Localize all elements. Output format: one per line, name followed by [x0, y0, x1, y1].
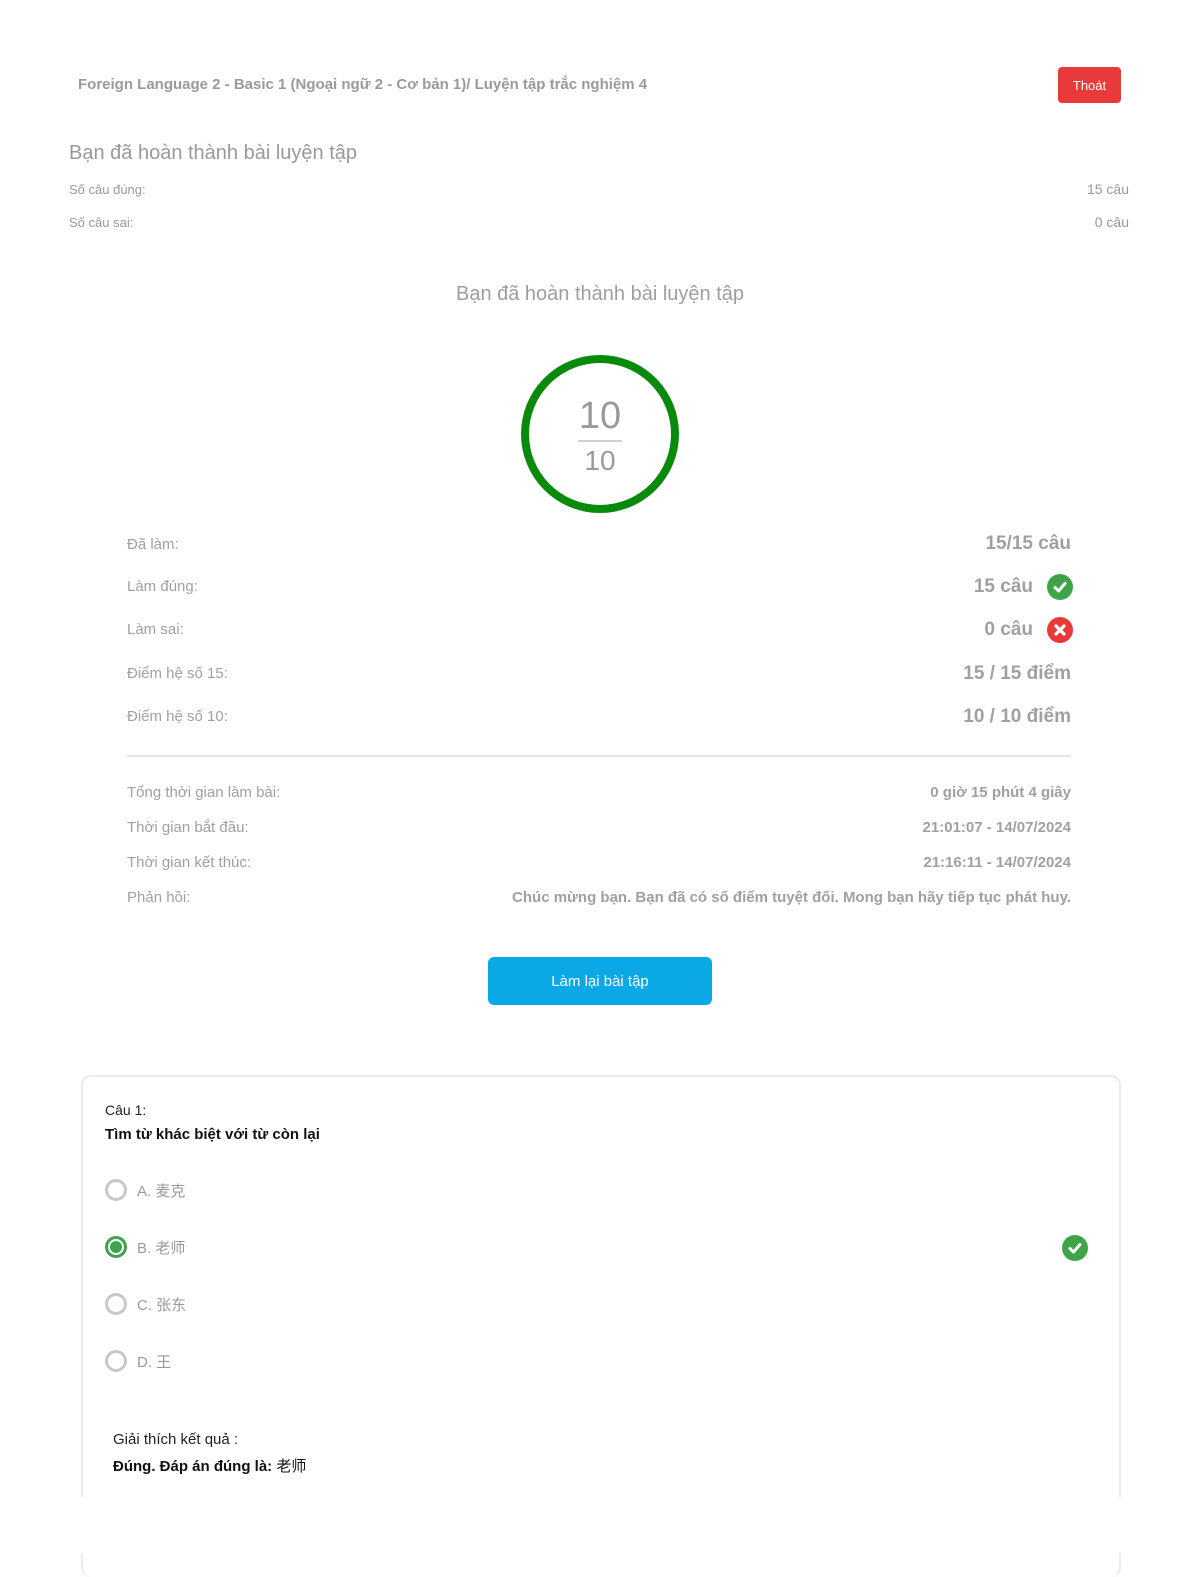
- start-time-value: 21:01:07 - 14/07/2024: [922, 819, 1071, 836]
- correct-label: Làm đúng:: [127, 578, 198, 595]
- option-a[interactable]: A. 麦克: [105, 1179, 185, 1201]
- score10-label: Điểm hệ số 10:: [127, 708, 228, 725]
- done-value-text: 15/15 câu: [985, 533, 1071, 554]
- explanation-prefix: Đúng. Đáp án đúng là:: [113, 1458, 273, 1475]
- total-time-label: Tổng thời gian làm bài:: [127, 784, 281, 801]
- score-value: 10: [578, 395, 622, 437]
- wrong-count-label: Số câu sai:: [69, 215, 134, 230]
- radio-unselected[interactable]: [105, 1293, 127, 1315]
- score10-value: 10 / 10 điểm: [963, 706, 1071, 728]
- wrong-value-text: 0 câu: [984, 619, 1033, 640]
- radio-unselected[interactable]: [105, 1350, 127, 1372]
- correct-value: 15 câu: [974, 574, 1073, 600]
- wrong-label: Làm sai:: [127, 621, 184, 638]
- breadcrumb: Foreign Language 2 - Basic 1 (Ngoại ngữ …: [78, 76, 648, 93]
- option-d[interactable]: D. 王: [105, 1350, 171, 1372]
- option-label: B. 老师: [137, 1239, 186, 1257]
- question-text: Tìm từ khác biệt với từ còn lại: [105, 1126, 320, 1143]
- result-title: Bạn đã hoàn thành bài luyện tập: [455, 283, 745, 305]
- stats-divider: [127, 755, 1071, 757]
- score10-value-text: 10 / 10 điểm: [963, 706, 1071, 727]
- feedback-label: Phản hồi:: [127, 889, 191, 906]
- option-c[interactable]: C. 张东: [105, 1293, 186, 1315]
- correct-count-value: 15 câu: [1086, 181, 1129, 197]
- score-divider: [578, 440, 622, 442]
- correct-value-text: 15 câu: [973, 576, 1033, 597]
- end-time-label: Thời gian kết thúc:: [127, 854, 252, 871]
- option-label: D. 王: [137, 1353, 172, 1371]
- feedback-value: Chúc mừng bạn. Bạn đã có số điểm tuyệt đ…: [512, 889, 1071, 906]
- radio-unselected[interactable]: [105, 1179, 127, 1201]
- explanation-answer: 老师: [276, 1458, 307, 1475]
- score15-value: 15 / 15 điểm: [963, 663, 1071, 685]
- wrong-count-value: 0 câu: [1094, 214, 1129, 230]
- done-label: Đã làm:: [127, 536, 179, 553]
- start-time-label: Thời gian bắt đầu:: [127, 819, 249, 836]
- check-circle-icon: [1047, 574, 1073, 600]
- option-b[interactable]: B. 老师: [105, 1236, 185, 1258]
- end-time-value: 21:16:11 - 14/07/2024: [923, 854, 1071, 871]
- score15-label: Điểm hệ số 15:: [127, 665, 228, 682]
- question-number: Câu 1:: [105, 1102, 147, 1118]
- page-bottom: [0, 1497, 1200, 1553]
- score15-value-text: 15 / 15 điểm: [963, 663, 1071, 684]
- wrong-value: 0 câu: [984, 617, 1073, 643]
- option-label: C. 张东: [137, 1296, 187, 1314]
- done-value: 15/15 câu: [985, 533, 1071, 555]
- radio-selected[interactable]: [105, 1236, 127, 1258]
- score-max: 10: [584, 445, 616, 476]
- explanation-label: Giải thích kết quả :: [113, 1431, 239, 1448]
- summary-title: Bạn đã hoàn thành bài luyện tập: [69, 142, 358, 164]
- option-label: A. 麦克: [137, 1182, 186, 1200]
- explanation-text: Đúng. Đáp án đúng là: 老师: [113, 1455, 306, 1476]
- retry-button[interactable]: Làm lại bài tập: [488, 957, 712, 1005]
- x-circle-icon: [1047, 617, 1073, 643]
- total-time-value: 0 giờ 15 phút 4 giây: [930, 784, 1071, 801]
- correct-count-label: Số câu đúng:: [69, 182, 146, 197]
- exit-button[interactable]: Thoát: [1058, 67, 1121, 103]
- check-circle-icon: [1062, 1235, 1088, 1261]
